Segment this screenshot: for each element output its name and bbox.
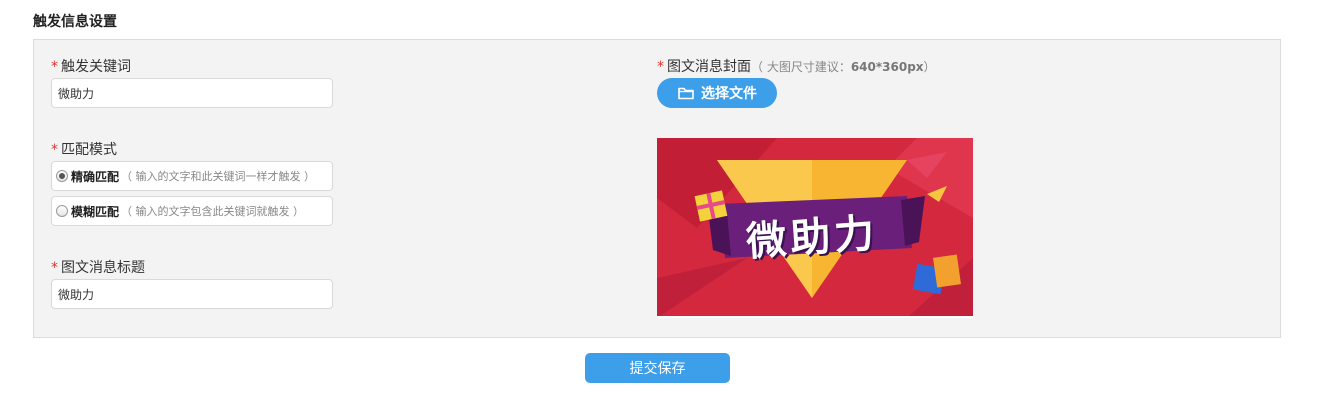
- cover-size-hint: （ 大图尺寸建议：640*360px）: [751, 60, 936, 74]
- fuzzy-match-label: 模糊匹配: [71, 204, 120, 219]
- required-mark: *: [51, 260, 58, 276]
- cover-preview-image: 微助力: [657, 138, 973, 318]
- cover-label-text: 图文消息封面: [667, 59, 751, 75]
- choose-file-label: 选择文件: [701, 86, 757, 102]
- exact-match-option[interactable]: 精确匹配 （ 输入的文字和此关键词一样才触发 ）: [51, 161, 333, 191]
- required-mark: *: [51, 142, 58, 158]
- exact-match-hint: （ 输入的文字和此关键词一样才触发 ）: [121, 170, 316, 183]
- message-title-label: * 图文消息标题: [51, 257, 145, 277]
- required-mark: *: [51, 59, 58, 75]
- submit-save-button[interactable]: 提交保存: [585, 353, 730, 383]
- fuzzy-match-radio[interactable]: [56, 205, 68, 217]
- keyword-input[interactable]: [51, 78, 333, 108]
- cover-size-value: 640*360px: [850, 60, 924, 74]
- message-title-input[interactable]: [51, 279, 333, 309]
- match-mode-label-text: 匹配模式: [61, 142, 117, 158]
- exact-match-radio[interactable]: [56, 170, 68, 182]
- exact-match-label: 精确匹配: [71, 169, 120, 184]
- match-mode-label: * 匹配模式: [51, 139, 117, 159]
- banner-title: 微助力: [744, 210, 880, 266]
- cover-label: * 图文消息封面（ 大图尺寸建议：640*360px）: [657, 56, 936, 76]
- message-title-label-text: 图文消息标题: [61, 260, 145, 276]
- choose-file-button[interactable]: 选择文件: [657, 78, 777, 108]
- section-title: 触发信息设置: [33, 14, 117, 30]
- keyword-label: * 触发关键词: [51, 56, 131, 76]
- folder-icon: [678, 87, 694, 100]
- required-mark: *: [657, 59, 664, 75]
- fuzzy-match-hint: （ 输入的文字包含此关键词就触发 ）: [121, 205, 305, 218]
- fuzzy-match-option[interactable]: 模糊匹配 （ 输入的文字包含此关键词就触发 ）: [51, 196, 333, 226]
- keyword-label-text: 触发关键词: [61, 59, 131, 75]
